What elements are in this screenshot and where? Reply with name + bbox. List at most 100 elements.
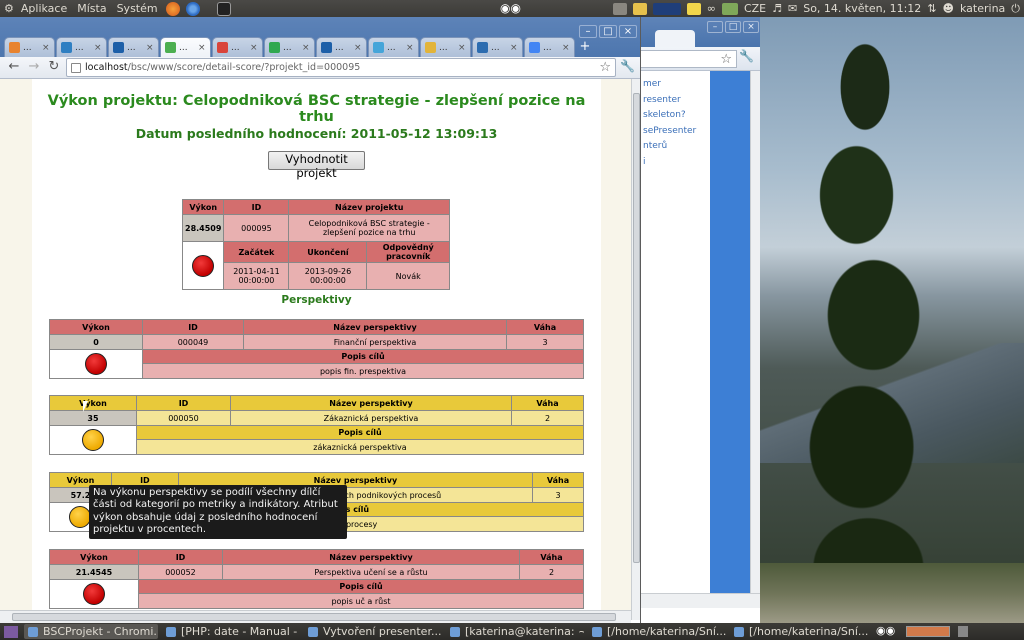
perspective-id: 000049	[142, 334, 244, 350]
browser-tab[interactable]: ... ×	[56, 37, 107, 57]
bg-window-tab[interactable]	[655, 30, 695, 47]
project-end: 2013-09-26 00:00:00	[288, 262, 368, 290]
bg-maximize-icon[interactable]: □	[725, 21, 741, 33]
tab-close-icon[interactable]: ×	[42, 43, 51, 53]
project-name: Celopodniková BSC strategie - zlepšení p…	[288, 214, 450, 242]
bookmark-star-icon[interactable]: ☆	[599, 60, 611, 75]
notes-icon[interactable]	[686, 2, 701, 15]
firefox-launcher-icon[interactable]	[165, 1, 180, 16]
trash-icon[interactable]	[958, 626, 968, 637]
horizontal-scroll-thumb[interactable]	[12, 613, 616, 621]
menu-system[interactable]: Systém	[112, 2, 163, 15]
tab-strip: – □ × ... ×... ×... ×... ×... ×... ×... ×... ×..…	[0, 17, 640, 57]
page-title: Výkon projektu: Celopodniková BSC strate…	[47, 93, 586, 125]
vertical-scroll-thumb[interactable]	[633, 93, 640, 563]
bg-window-toolbar: ☆ 🔧	[641, 47, 760, 71]
taskbar-item[interactable]: Vytvoření presenter...	[304, 624, 442, 639]
browser-tab[interactable]: ... ×	[472, 37, 523, 57]
terminal-launcher-icon[interactable]	[216, 1, 231, 16]
maximize-icon[interactable]: □	[599, 25, 617, 38]
ubuntu-logo-icon[interactable]: ⚙	[0, 2, 16, 15]
project-owner: Novák	[366, 262, 450, 290]
col-header: Váha	[532, 472, 584, 488]
col-header: Odpovědný pracovník	[366, 241, 450, 263]
bg-link[interactable]: skeleton?	[643, 108, 707, 124]
bg-link[interactable]: sePresenter	[643, 124, 707, 140]
keyboard-layout-label[interactable]: CZE	[744, 2, 766, 15]
show-desktop-icon[interactable]	[4, 625, 18, 638]
bg-horizontal-scrollbar[interactable]	[641, 593, 760, 608]
browser-tab[interactable]: ... ×	[420, 37, 471, 57]
background-browser-window[interactable]: – □ × ☆ 🔧 mer resenter skeleton? sePrese…	[641, 17, 760, 623]
browser-tab[interactable]: ... ×	[108, 37, 159, 57]
browser-tab[interactable]: ... ×	[368, 37, 419, 57]
browser-toolbar: ← → ↻ localhost/bsc/www/score/detail-sco…	[0, 57, 640, 79]
wrench-menu-icon[interactable]: 🔧	[620, 59, 635, 73]
workspace-switcher-icon[interactable]	[906, 626, 950, 637]
panel-tray: ∞ CZE ♬ ✉ So, 14. květen, 11:12 ⇅ ☻ kate…	[612, 0, 1020, 17]
taskbar-item[interactable]: [/home/katerina/Sní...	[730, 624, 868, 639]
mail-icon[interactable]: ✉	[788, 2, 797, 15]
printer-icon[interactable]	[612, 2, 627, 15]
perspective-vykon: 35	[49, 410, 137, 426]
menu-applications[interactable]: Aplikace	[16, 2, 72, 15]
menu-places[interactable]: Místa	[72, 2, 111, 15]
new-tab-button[interactable]: +	[576, 40, 594, 56]
taskbar-item[interactable]: [/home/katerina/Sní...	[588, 624, 726, 639]
tab-close-icon[interactable]: ×	[562, 43, 571, 53]
bg-close-icon[interactable]: ×	[743, 21, 759, 33]
bg-window-omnibox[interactable]: ☆	[641, 50, 737, 68]
bg-link[interactable]: resenter	[643, 93, 707, 109]
tab-close-icon[interactable]: ×	[302, 43, 311, 53]
tab-close-icon[interactable]: ×	[146, 43, 155, 53]
bg-window-titlebar[interactable]: – □ ×	[641, 17, 760, 47]
chromium-launcher-icon[interactable]	[185, 1, 200, 16]
battery-icon[interactable]	[721, 2, 738, 15]
tab-close-icon[interactable]: ×	[458, 43, 467, 53]
tab-close-icon[interactable]: ×	[510, 43, 519, 53]
forward-icon[interactable]: →	[26, 59, 42, 75]
browser-tab[interactable]: ... ×	[264, 37, 315, 57]
tab-close-icon[interactable]: ×	[198, 43, 207, 53]
browser-tab[interactable]: ... ×	[4, 37, 55, 57]
volume-icon[interactable]: ♬	[772, 2, 782, 15]
back-icon[interactable]: ←	[6, 59, 22, 75]
bg-vertical-scrollbar[interactable]	[750, 71, 760, 608]
browser-tab[interactable]: ... ×	[212, 37, 263, 57]
tab-close-icon[interactable]: ×	[354, 43, 363, 53]
taskbar-item[interactable]: BSCProjekt - Chromi...	[24, 624, 158, 639]
address-bar[interactable]: localhost/bsc/www/score/detail-score/?pr…	[66, 58, 616, 77]
tab-close-icon[interactable]: ×	[94, 43, 103, 53]
bg-wrench-icon[interactable]: 🔧	[739, 49, 754, 63]
system-monitor-icon[interactable]	[652, 2, 681, 15]
network-icon[interactable]: ⇅	[927, 2, 936, 15]
reload-icon[interactable]: ↻	[46, 59, 62, 75]
taskbar-item[interactable]: [PHP: date - Manual - ...	[162, 624, 300, 639]
browser-tab[interactable]: ... ×	[524, 37, 575, 57]
tab-close-icon[interactable]: ×	[250, 43, 259, 53]
perspective-weight: 3	[506, 334, 584, 350]
taskbar-item[interactable]: [katerina@katerina: ~]	[446, 624, 584, 639]
bg-bookmark-star-icon[interactable]: ☆	[720, 52, 732, 67]
tab-favicon-icon	[113, 42, 124, 53]
bg-link[interactable]: mer	[643, 77, 707, 93]
folder-icon[interactable]	[632, 2, 647, 15]
bluetooth-icon[interactable]: ∞	[707, 2, 716, 15]
bg-minimize-icon[interactable]: –	[707, 21, 723, 33]
power-icon[interactable]: ⏻	[1011, 2, 1020, 16]
tab-title: ...	[179, 42, 188, 53]
desktop-wallpaper	[760, 17, 1024, 623]
user-name[interactable]: katerina	[960, 2, 1005, 15]
vertical-scrollbar[interactable]	[631, 79, 640, 620]
taskbar-item-label: [/home/katerina/Sní...	[749, 625, 868, 638]
perspective-id: 000050	[136, 410, 231, 426]
tab-close-icon[interactable]: ×	[406, 43, 415, 53]
browser-tab[interactable]: ... ×	[316, 37, 367, 57]
clock-label[interactable]: So, 14. květen, 11:12	[803, 2, 921, 15]
browser-tab[interactable]: ... ×	[160, 37, 211, 57]
bg-link[interactable]: i	[643, 155, 707, 171]
bg-link[interactable]: nterů	[643, 139, 707, 155]
evaluate-project-button[interactable]: Vyhodnotit projekt	[268, 151, 365, 180]
horizontal-scrollbar[interactable]	[0, 610, 631, 623]
close-icon[interactable]: ×	[619, 25, 637, 38]
